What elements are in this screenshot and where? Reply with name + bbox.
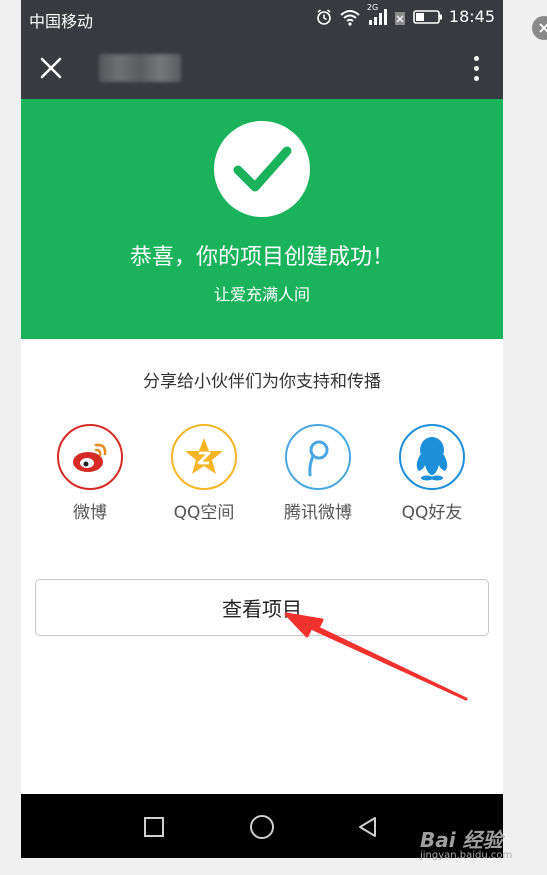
more-vertical-icon — [473, 55, 479, 61]
weibo-icon — [57, 424, 123, 490]
status-icons: 2G 18:45 — [315, 3, 495, 26]
more-menu-button[interactable] — [467, 50, 485, 86]
status-bar: 中国移动 2G 18:45 — [21, 0, 503, 36]
success-banner: 恭喜，你的项目创建成功！ 让爱充满人间 — [21, 99, 503, 339]
view-project-button[interactable]: 查看项目 — [35, 579, 489, 636]
checkmark-icon — [233, 146, 292, 192]
share-options: 微博 QQ空间 腾讯微博 QQ好友 — [21, 424, 503, 534]
signal-icon: 2G — [367, 3, 387, 26]
network-type: 2G — [366, 2, 379, 12]
share-weibo-button[interactable]: 微博 — [40, 424, 140, 523]
qzone-icon — [171, 424, 237, 490]
share-tencent-weibo-button[interactable]: 腾讯微博 — [268, 424, 368, 523]
clock-time: 18:45 — [448, 7, 495, 26]
close-button[interactable] — [33, 50, 69, 86]
tencent-weibo-icon — [285, 424, 351, 490]
share-weibo-label: 微博 — [73, 503, 107, 523]
back-button[interactable] — [353, 812, 383, 842]
app-bar — [21, 36, 503, 99]
success-title: 恭喜，你的项目创建成功！ — [129, 245, 394, 270]
share-qq-label: QQ好友 — [401, 503, 463, 523]
share-qzone-label: QQ空间 — [173, 503, 235, 523]
no-sim-icon — [393, 8, 407, 26]
back-icon — [359, 817, 376, 837]
recent-apps-icon — [144, 817, 164, 837]
home-icon — [250, 815, 274, 839]
close-icon — [539, 23, 547, 33]
success-subtitle: 让爱充满人间 — [213, 285, 310, 304]
close-icon — [40, 57, 62, 79]
blurred-page-title — [99, 54, 181, 82]
android-nav-bar — [21, 794, 503, 858]
share-qzone-button[interactable]: QQ空间 — [154, 424, 254, 523]
more-vertical-icon-dot — [473, 75, 479, 81]
success-check-badge — [214, 121, 310, 217]
wifi-icon — [339, 8, 361, 26]
share-heading: 分享给小伙伴们为你支持和传播 — [143, 372, 381, 392]
viewer-close-button[interactable] — [532, 16, 547, 40]
phone-screen: 中国移动 2G 18:45 恭喜，你的项目创建成功！ 让爱充满人间 分享给小伙伴… — [21, 0, 503, 858]
carrier-name: 中国移动 — [29, 12, 94, 31]
home-button[interactable] — [247, 812, 277, 842]
recent-apps-button[interactable] — [139, 812, 169, 842]
battery-icon — [413, 9, 443, 25]
alarm-icon — [315, 8, 333, 26]
qq-icon — [399, 424, 465, 490]
more-vertical-icon-dot — [473, 65, 479, 71]
share-tencent-weibo-label: 腾讯微博 — [284, 503, 352, 523]
share-qq-button[interactable]: QQ好友 — [382, 424, 482, 523]
